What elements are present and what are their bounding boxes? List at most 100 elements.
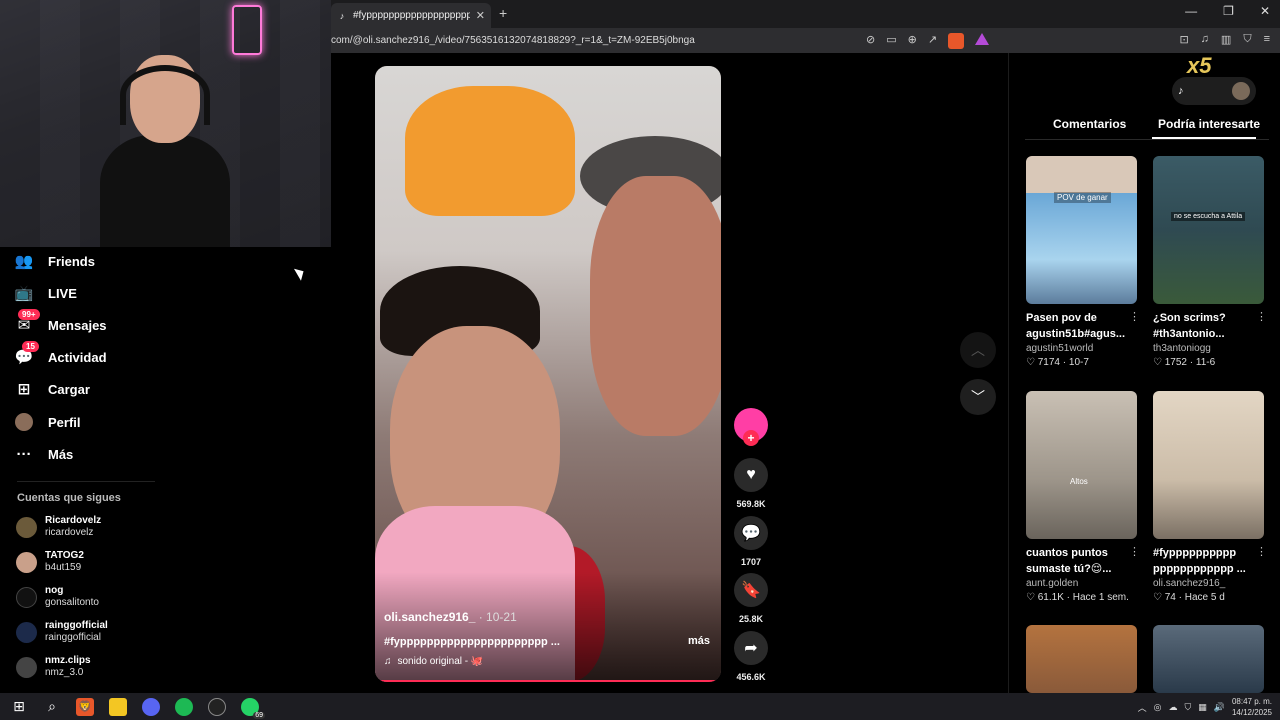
headset bbox=[120, 65, 210, 125]
browser-tab[interactable]: ♪ #fyppppppppppppppppppppp ✕ bbox=[331, 3, 491, 28]
tray-overflow-icon[interactable]: ︿ bbox=[1138, 701, 1147, 714]
sidebar-item-live[interactable]: 📺 LIVE bbox=[14, 279, 77, 307]
url-text[interactable]: com/@oli.sanchez916_/video/7563516132074… bbox=[331, 35, 695, 46]
suggested-video-card[interactable]: no se escucha a Attila ¿Son scrims? #th3… bbox=[1153, 156, 1267, 368]
sidebar-item-messages[interactable]: ✉ 99+ Mensajes bbox=[14, 309, 107, 339]
cloud-icon[interactable]: ☁ bbox=[1168, 702, 1177, 713]
video-sound[interactable]: ♫ sonido original - 🐙 bbox=[384, 656, 483, 667]
following-item[interactable]: nmz.clips nmz_3.0 bbox=[16, 655, 91, 679]
like-button[interactable]: ♥ 569.8K bbox=[733, 458, 769, 509]
video-thumbnail[interactable]: Altos bbox=[1026, 391, 1137, 539]
suggested-video-card[interactable]: Altos cuantos puntos sumaste tú?😌... aun… bbox=[1026, 391, 1140, 603]
more-options-icon[interactable]: ⋮ bbox=[1129, 310, 1140, 323]
search-icon[interactable]: ⌕ bbox=[43, 698, 61, 716]
following-handle: gonsalitonto bbox=[45, 597, 99, 608]
new-tab-button[interactable]: + bbox=[499, 5, 507, 21]
close-tab-icon[interactable]: ✕ bbox=[476, 9, 485, 22]
upload-icon: ⊞ bbox=[17, 381, 31, 398]
video-thumbnail[interactable] bbox=[1026, 625, 1137, 693]
steam-icon[interactable]: ◎ bbox=[1154, 702, 1162, 713]
tab-comments[interactable]: Comentarios bbox=[1053, 117, 1126, 131]
video-username[interactable]: oli.sanchez916_ bbox=[384, 610, 475, 624]
more-options-icon[interactable]: ⋮ bbox=[1129, 545, 1140, 558]
sidebar-toggle-icon[interactable]: ▥ bbox=[1221, 33, 1231, 46]
previous-video-button[interactable]: ︿ bbox=[960, 332, 996, 368]
browser-tabbar: ♪ #fyppppppppppppppppppppp ✕ + — ❐ ✕ bbox=[331, 0, 1280, 28]
network-icon[interactable]: ▦ bbox=[1198, 702, 1207, 713]
close-window-button[interactable]: ✕ bbox=[1260, 4, 1270, 18]
follow-button[interactable]: + bbox=[743, 430, 759, 446]
sidebar-item-activity[interactable]: 💬 15 Actividad bbox=[14, 341, 107, 371]
security-icon[interactable]: ⛉ bbox=[1184, 702, 1191, 713]
card-user[interactable]: th3antoniogg bbox=[1153, 343, 1265, 354]
vpn-icon[interactable]: ⛉ bbox=[1243, 33, 1251, 46]
card-title[interactable]: cuantos puntos sumaste tú?😌... bbox=[1026, 545, 1138, 577]
card-title[interactable]: ¿Son scrims? #th3antonio... bbox=[1153, 310, 1265, 342]
following-item[interactable]: rainggofficial rainggofficial bbox=[16, 620, 108, 644]
following-item[interactable]: nog gonsalitonto bbox=[16, 585, 99, 609]
following-item[interactable]: Ricardovelz ricardovelz bbox=[16, 515, 101, 539]
obs-icon[interactable] bbox=[208, 697, 226, 716]
sidebar-item-more[interactable]: ··· Más bbox=[14, 440, 74, 468]
card-user[interactable]: oli.sanchez916_ bbox=[1153, 578, 1265, 589]
video-thumbnail[interactable] bbox=[1153, 625, 1264, 693]
video-thumbnail[interactable]: no se escucha a Attila bbox=[1153, 156, 1264, 304]
save-button[interactable]: 🔖 25.8K bbox=[733, 573, 769, 624]
file-explorer-icon[interactable] bbox=[109, 697, 127, 716]
menu-icon[interactable]: ≡ bbox=[1264, 33, 1270, 46]
video-thumbnail[interactable]: POV de ganar bbox=[1026, 156, 1137, 304]
suggested-video-card[interactable] bbox=[1026, 625, 1138, 693]
restore-button[interactable]: ❐ bbox=[1223, 4, 1234, 18]
more-button[interactable]: más bbox=[688, 635, 710, 647]
brave-shield-icon[interactable] bbox=[948, 33, 965, 49]
following-item[interactable]: TATOG2 b4ut159 bbox=[16, 550, 84, 574]
tab-suggested[interactable]: Podría interesarte bbox=[1158, 117, 1260, 131]
cast-icon[interactable]: ▭ bbox=[886, 33, 896, 49]
following-handle: nmz_3.0 bbox=[45, 667, 84, 678]
more-options-icon[interactable]: ⋮ bbox=[1256, 310, 1267, 323]
spotify-icon[interactable] bbox=[175, 697, 193, 716]
card-user[interactable]: aunt.golden bbox=[1026, 578, 1138, 589]
sidebar-item-profile[interactable]: Perfil bbox=[14, 408, 81, 436]
screenshot-icon[interactable]: ⊡ bbox=[1179, 33, 1188, 46]
user-avatar[interactable] bbox=[1232, 82, 1250, 100]
suggested-video-card[interactable] bbox=[1153, 625, 1265, 693]
share-button[interactable]: ➦ 456.6K bbox=[733, 631, 769, 682]
avatar bbox=[16, 621, 37, 643]
windows-start-icon[interactable]: ⊞ bbox=[10, 698, 28, 716]
sidebar-item-friends[interactable]: 👥 Friends bbox=[14, 247, 95, 275]
whatsapp-icon[interactable]: 69 bbox=[241, 697, 265, 719]
zoom-icon[interactable]: ⊕ bbox=[908, 33, 917, 49]
following-name: rainggofficial bbox=[45, 620, 108, 631]
media-icon[interactable]: ♫ bbox=[1201, 33, 1209, 46]
discord-icon[interactable] bbox=[142, 697, 160, 716]
comment-icon: 💬 bbox=[734, 516, 768, 550]
next-video-button[interactable]: ﹀ bbox=[960, 379, 996, 415]
top-right-icons: ♪ bbox=[1172, 77, 1256, 105]
no-tracking-icon[interactable]: ⊘ bbox=[866, 33, 875, 49]
card-title[interactable]: #fypppppppppp pppppppppppp ... bbox=[1153, 545, 1265, 577]
tiktok-logo-icon[interactable]: ♪ bbox=[1178, 85, 1184, 97]
clock[interactable]: 08:47 p. m. 14/12/2025 bbox=[1232, 696, 1272, 718]
card-title[interactable]: Pasen pov de agustin51b#agus... bbox=[1026, 310, 1138, 342]
suggested-video-card[interactable]: #fypppppppppp pppppppppppp ... oli.sanch… bbox=[1153, 391, 1267, 603]
video-progress[interactable] bbox=[375, 680, 721, 682]
volume-icon[interactable]: 🔊 bbox=[1214, 702, 1225, 713]
card-user[interactable]: agustin51world bbox=[1026, 343, 1138, 354]
minimize-button[interactable]: — bbox=[1185, 4, 1197, 18]
brave-browser-icon[interactable]: 🦁 bbox=[76, 697, 94, 716]
address-bar[interactable]: com/@oli.sanchez916_/video/7563516132074… bbox=[331, 28, 1280, 53]
video-thumbnail[interactable] bbox=[1153, 391, 1264, 539]
video-player[interactable]: oli.sanchez916_ · 10-21 #fyppppppppppppp… bbox=[375, 66, 721, 682]
following-handle: ricardovelz bbox=[45, 527, 94, 538]
suggested-video-card[interactable]: POV de ganar Pasen pov de agustin51b#agu… bbox=[1026, 156, 1140, 368]
video-description[interactable]: #fypppppppppppppppppppppp ... bbox=[384, 636, 564, 648]
brave-rewards-icon[interactable] bbox=[975, 33, 990, 45]
comment-button[interactable]: 💬 1707 bbox=[733, 516, 769, 567]
sidebar-item-upload[interactable]: ⊞ Cargar bbox=[14, 375, 90, 403]
video-author[interactable]: oli.sanchez916_ · 10-21 bbox=[384, 610, 517, 624]
share-icon[interactable]: ↗ bbox=[928, 33, 937, 49]
sidebar-divider bbox=[17, 481, 155, 482]
sidebar-item-label: Mensajes bbox=[48, 317, 107, 333]
more-options-icon[interactable]: ⋮ bbox=[1256, 545, 1267, 558]
